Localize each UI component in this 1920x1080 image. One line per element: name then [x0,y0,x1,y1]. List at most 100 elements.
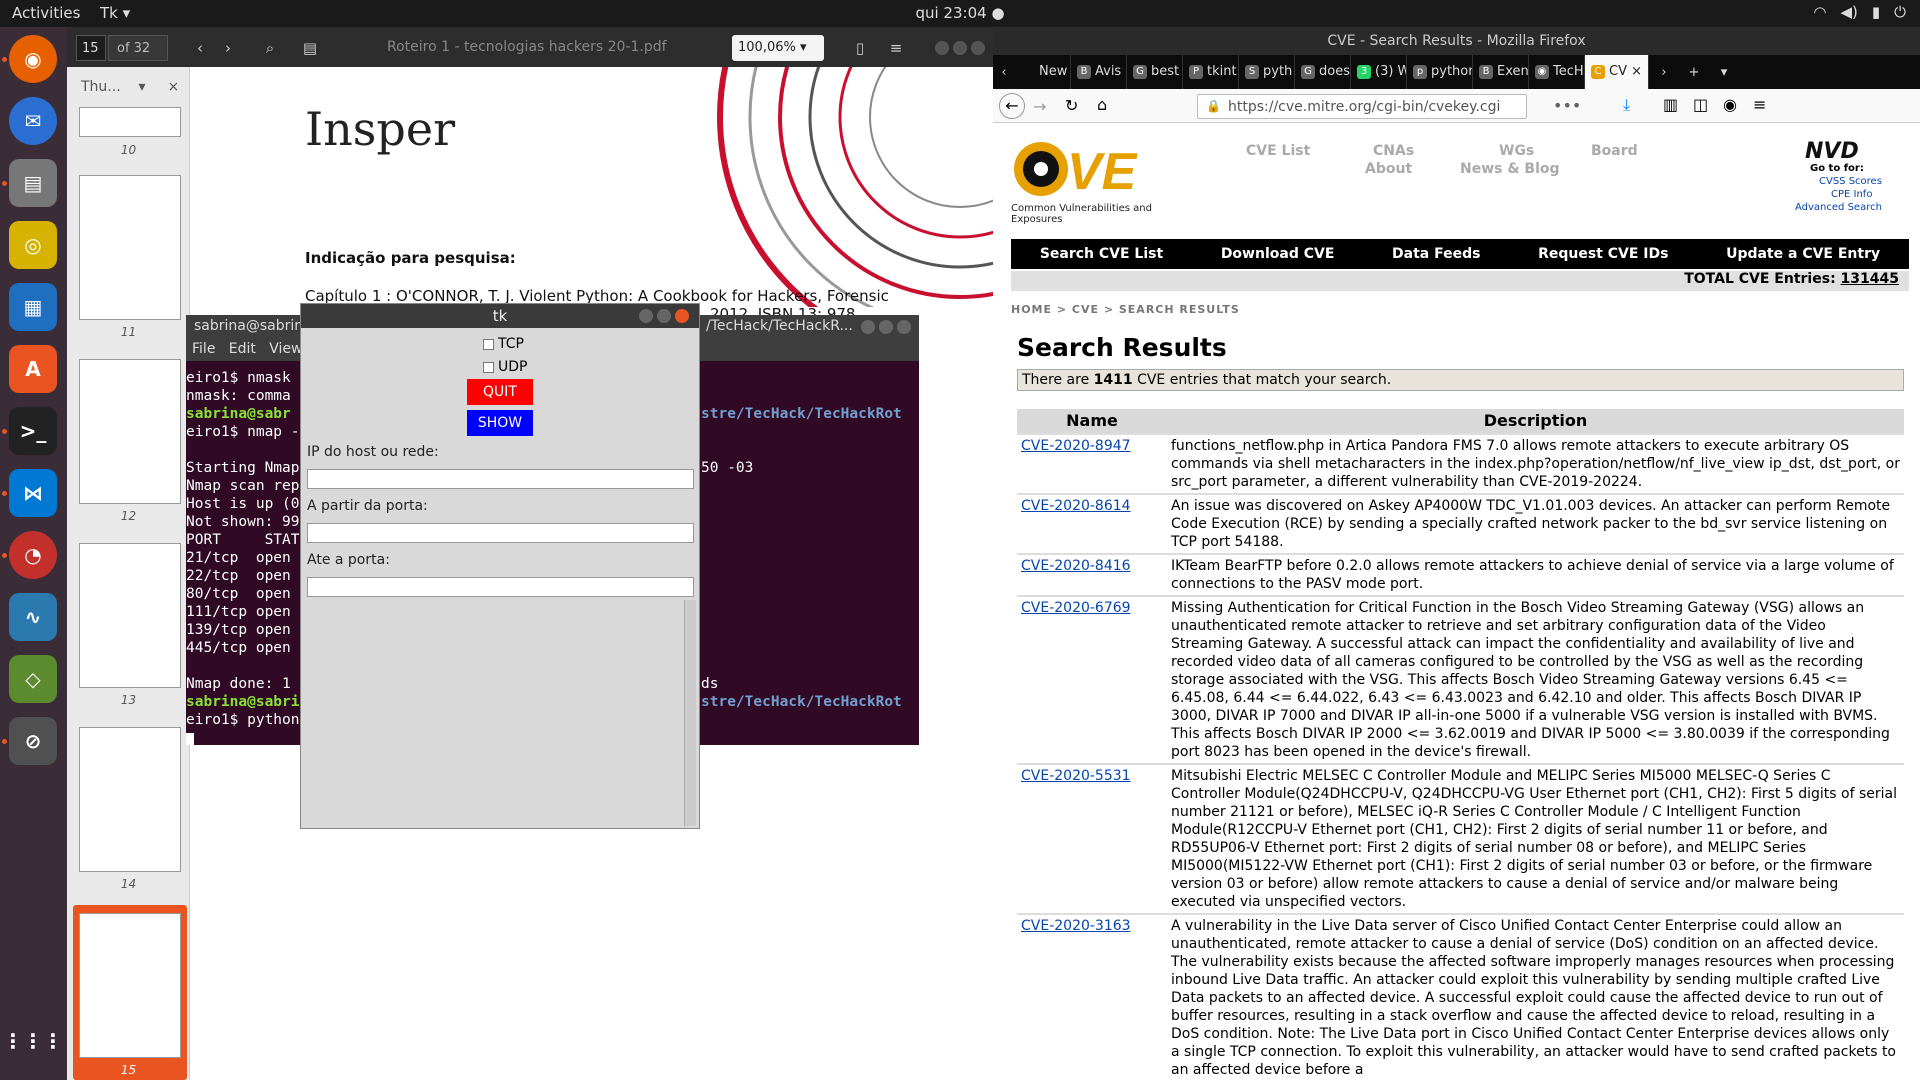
page-number-input[interactable]: 15 [76,35,106,61]
close-button[interactable] [897,320,911,334]
maximize-button[interactable] [879,320,893,334]
activities-button[interactable]: Activities [12,4,80,22]
nav-update-cve-entry[interactable]: Update a CVE Entry [1726,246,1880,262]
prev-page-button[interactable]: ‹ [187,35,213,61]
nav-about[interactable]: About [1365,161,1412,177]
scrollbar[interactable] [684,600,696,826]
terminal-icon[interactable]: >_ [9,407,57,455]
tab[interactable]: 3 (3) W [1351,55,1407,89]
thumbnail-page-10[interactable] [79,107,181,137]
firefox-icon[interactable]: ◉ [9,35,57,83]
close-button[interactable] [971,41,985,55]
sidebar-icon[interactable]: ◫ [1693,95,1708,114]
nav-news-blog[interactable]: News & Blog [1460,161,1560,177]
menu-file[interactable]: File [192,341,215,357]
cve-link[interactable]: CVE-2020-5531 [1021,768,1131,784]
thumbnail-page-11[interactable] [79,175,181,320]
nav-cve-list[interactable]: CVE List [1246,143,1310,159]
thunderbird-icon[interactable]: ✉ [9,97,57,145]
minimize-button[interactable] [639,309,653,323]
tcp-checkbox[interactable]: TCP [483,336,524,352]
maximize-button[interactable] [657,309,671,323]
zoom-select[interactable]: 100,06% ▾ [732,35,824,61]
app-menu[interactable]: Tk ▾ [100,4,130,22]
nav-download-cve[interactable]: Download CVE [1221,246,1335,262]
ip-input[interactable] [307,469,694,489]
tab[interactable]: ◉ TecH [1529,55,1585,89]
back-button[interactable]: ← [999,93,1025,119]
clock[interactable]: qui 23:04 [915,4,986,22]
tab-active[interactable]: C CV × [1585,55,1649,89]
udp-checkbox[interactable]: UDP [483,359,527,375]
menu-edit[interactable]: Edit [229,341,256,357]
maximize-button[interactable] [953,41,967,55]
menu-view[interactable]: View [269,341,302,357]
tab[interactable]: Gbest [1127,55,1183,89]
nav-board[interactable]: Board [1591,143,1638,159]
nvd-logo[interactable]: NVD [1805,139,1859,164]
cve-link[interactable]: CVE-2020-8416 [1021,558,1131,574]
thumbnail-page-15[interactable] [79,913,181,1058]
tab[interactable]: Ptkint [1183,55,1239,89]
tab-scroll-left[interactable]: ‹ [993,65,1015,80]
download-icon[interactable]: ⤓ [1623,95,1630,115]
link-cvss-scores[interactable]: CVSS Scores [1819,176,1882,187]
nav-data-feeds[interactable]: Data Feeds [1392,246,1480,262]
forward-button[interactable]: → [1033,97,1046,116]
tab[interactable]: B Avis [1071,55,1127,89]
from-port-input[interactable] [307,523,694,543]
thumbnail-page-12[interactable] [79,359,181,504]
more-icon[interactable]: ••• [1553,96,1581,115]
home-button[interactable]: ⌂ [1097,95,1107,114]
vscode-icon[interactable]: ⋈ [9,469,57,517]
annotations-icon[interactable]: ▤ [297,35,323,61]
close-button[interactable] [675,309,689,323]
cve-logo[interactable]: VE Common Vulnerabilities and Exposures [1011,137,1161,225]
nav-search-cve-list[interactable]: Search CVE List [1040,246,1163,262]
nav-cnas[interactable]: CNAs [1373,143,1414,159]
document-icon[interactable]: ▯ [847,35,873,61]
dia-icon[interactable]: ◇ [9,655,57,703]
search-icon[interactable]: ⌕ [257,35,283,61]
tab-scroll-right[interactable]: › [1649,65,1679,80]
tab[interactable]: Gdoes [1295,55,1351,89]
sidebar-selector[interactable]: Thu... ▾ × [67,67,189,107]
new-tab-button[interactable]: + [1679,65,1709,80]
cve-link[interactable]: CVE-2020-8947 [1021,438,1131,454]
tab-list-button[interactable]: ▾ [1709,65,1739,80]
nav-request-cve-ids[interactable]: Request CVE IDs [1538,246,1668,262]
disk-icon[interactable]: ⊘ [9,717,57,765]
software-icon[interactable]: A [9,345,57,393]
link-advanced-search[interactable]: Advanced Search [1795,202,1882,213]
thumbnail-page-14[interactable] [79,727,181,872]
minimize-button[interactable] [861,320,875,334]
cve-link[interactable]: CVE-2020-6769 [1021,600,1131,616]
reload-button[interactable]: ↻ [1065,96,1078,115]
account-icon[interactable]: ◉ [1723,95,1737,114]
cve-link[interactable]: CVE-2020-8614 [1021,498,1131,514]
tab[interactable]: p python- [1407,55,1473,89]
thumbnail-page-13[interactable] [79,543,181,688]
show-button[interactable]: SHOW [467,410,533,436]
quit-button[interactable]: QUIT [467,379,533,405]
total-count[interactable]: 131445 [1841,271,1899,287]
tab[interactable]: New [1015,55,1071,89]
url-bar[interactable]: 🔒 https://cve.mitre.org/cgi-bin/cvekey.c… [1197,94,1527,119]
system-monitor-icon[interactable]: ∿ [9,593,57,641]
tab[interactable]: B Exen [1473,55,1529,89]
writer-icon[interactable]: ▦ [9,283,57,331]
files-icon[interactable]: ▤ [9,159,57,207]
rhythmbox-icon[interactable]: ◎ [9,221,57,269]
output-text-area[interactable] [307,600,682,826]
cve-link[interactable]: CVE-2020-3163 [1021,918,1131,934]
tab[interactable]: Spyth [1239,55,1295,89]
minimize-button[interactable] [935,41,949,55]
document-viewer-icon[interactable]: ◔ [9,531,57,579]
show-apps-icon[interactable]: ⋮⋮⋮ [3,1017,63,1065]
link-cpe-info[interactable]: CPE Info [1831,189,1872,200]
menu-icon[interactable]: ≡ [883,35,909,61]
to-port-input[interactable] [307,577,694,597]
next-page-button[interactable]: › [215,35,241,61]
nav-wgs[interactable]: WGs [1499,143,1534,159]
system-menu[interactable]: ◠ ◀) ▮ ⏻ [1813,3,1906,21]
